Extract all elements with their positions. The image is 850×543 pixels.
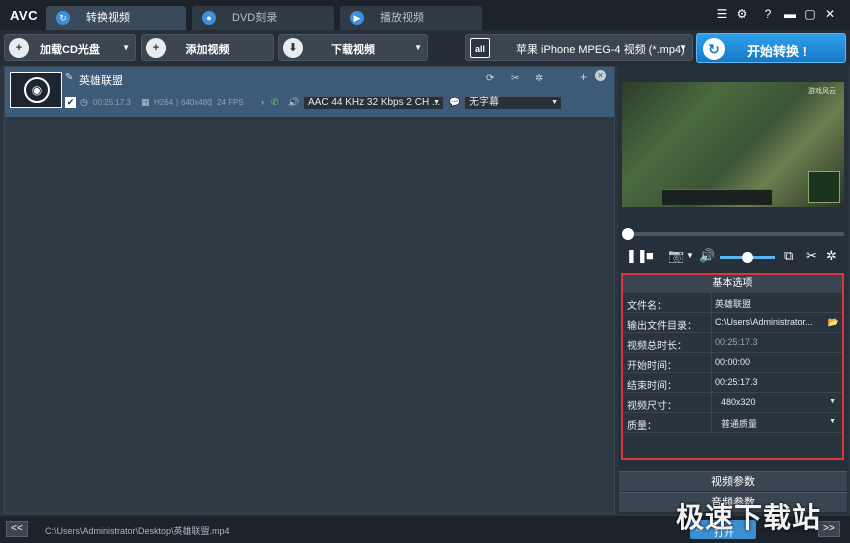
chevron-down-icon[interactable]: ▼ xyxy=(122,43,130,52)
collapse-left-button[interactable]: << xyxy=(6,521,28,537)
help-icon[interactable]: ? xyxy=(760,6,776,22)
preview-watermark: 游戏风云 xyxy=(808,88,836,95)
site-watermark: 极速下载站 xyxy=(676,502,822,533)
seek-bar[interactable] xyxy=(622,228,844,240)
chevron-down-icon[interactable]: ▼ xyxy=(829,398,836,405)
copy-icon[interactable]: ⧉ xyxy=(784,248,793,264)
stop-icon[interactable]: ■ xyxy=(646,248,654,263)
refresh-icon: ↻ xyxy=(703,38,725,60)
file-resolution: 640x480 xyxy=(181,98,212,107)
start-convert-button[interactable]: ↻ 开始转换 ! xyxy=(696,33,846,63)
game-hud xyxy=(662,189,772,205)
volume-icon[interactable]: 🔊 xyxy=(699,248,715,264)
file-item[interactable]: ◉ ✎ 英雄联盟 ⟳ ✂ ✲ + ✕ ✔ ◷ 00:25:17.3 ▦ H264… xyxy=(5,67,614,117)
play-icon: ▶ xyxy=(350,11,364,25)
chevron-down-icon[interactable]: ▼ xyxy=(686,251,694,260)
profile-icon: all xyxy=(470,38,490,58)
player-controls: ❚❚ ■ 📷 ▼ 🔊 ⧉ ✂ ✲ xyxy=(622,246,844,268)
option-row-duration: 视频总时长： 00:25:17.3 xyxy=(623,333,842,353)
option-row-end-time[interactable]: 结束时间： 00:25:17.3 xyxy=(623,373,842,393)
folder-open-icon[interactable]: 📂 xyxy=(828,317,839,328)
audio-track-select[interactable]: AAC 44 KHz 32 Kbps 2 CH ... ▼ xyxy=(303,96,444,110)
file-list: ◉ ✎ 英雄联盟 ⟳ ✂ ✲ + ✕ ✔ ◷ 00:25:17.3 ▦ H264… xyxy=(4,66,615,514)
camera-icon[interactable]: 📷 xyxy=(668,248,684,264)
magic-wand-icon[interactable]: ✲ xyxy=(535,73,543,84)
disc-icon: ● xyxy=(202,11,216,25)
option-row-filename[interactable]: 文件名： 英雄联盟 xyxy=(623,293,842,313)
option-row-start-time[interactable]: 开始时间： 00:00:00 xyxy=(623,353,842,373)
pause-icon[interactable]: ❚❚ xyxy=(626,248,648,264)
video-params-section[interactable]: 视频参数 xyxy=(619,471,847,491)
basic-options-title[interactable]: 基本选项 xyxy=(623,275,842,293)
tab-dvd-burn[interactable]: ● DVD刻录 xyxy=(192,6,334,30)
chevron-down-icon[interactable]: ▼ xyxy=(414,43,422,52)
seek-handle[interactable] xyxy=(622,228,634,240)
menu-icon[interactable]: ☰ xyxy=(714,6,730,22)
window-controls: ☰ ⚙ ? ▬ ▢ ✕ xyxy=(714,6,844,24)
gear-icon[interactable]: ⚙ xyxy=(734,6,750,22)
video-thumbnail: ◉ xyxy=(10,72,62,108)
option-row-output-dir[interactable]: 输出文件目录： C:\Users\Administrator... 📂 xyxy=(623,313,842,333)
maximize-icon[interactable]: ▢ xyxy=(802,6,818,22)
game-minimap xyxy=(808,171,840,203)
volume-handle[interactable] xyxy=(742,252,753,263)
output-path: C:\Users\Administrator\Desktop\英雄联盟.mp4 xyxy=(45,526,230,536)
load-cd-button[interactable]: + 加载CD光盘 ▼ xyxy=(4,34,136,61)
subtitle-icon: 💬 xyxy=(449,97,461,107)
app-logo: AVC xyxy=(10,8,38,23)
tab-play-video[interactable]: ▶ 播放视频 xyxy=(340,6,482,30)
option-row-quality[interactable]: 质量： 普通质量 ▼ xyxy=(623,413,842,433)
pencil-icon[interactable]: ✎ xyxy=(65,72,73,83)
scissors-icon[interactable]: ✂ xyxy=(806,248,817,264)
convert-icon: ↻ xyxy=(56,11,70,25)
right-panel: 游戏风云 ❚❚ ■ 📷 ▼ 🔊 ⧉ ✂ ✲ 基本选项 文件名： 英雄联盟 输出文… xyxy=(618,66,848,514)
chevron-down-icon: ▼ xyxy=(551,99,558,106)
file-checkbox[interactable]: ✔ xyxy=(65,97,76,108)
file-fps: 24 FPS xyxy=(217,98,244,107)
option-row-video-size[interactable]: 视频尺寸： 480x320 ▼ xyxy=(623,393,842,413)
download-video-button[interactable]: ⬇ 下载视频 ▼ xyxy=(278,34,428,61)
basic-options-panel: 基本选项 文件名： 英雄联盟 输出文件目录： C:\Users\Administ… xyxy=(621,273,844,460)
scissors-icon[interactable]: ✂ xyxy=(511,73,519,84)
add-video-button[interactable]: + 添加视频 xyxy=(141,34,274,61)
speaker-icon: 🔊 xyxy=(288,97,300,107)
subtitle-select[interactable]: 无字幕 ▼ xyxy=(464,96,562,110)
audio-track-icon: ✆ xyxy=(271,97,279,107)
file-name[interactable]: 英雄联盟 xyxy=(79,72,123,88)
video-preview[interactable]: 游戏风云 xyxy=(622,82,844,207)
expand-right-button[interactable]: >> xyxy=(818,521,840,537)
close-icon[interactable]: ✕ xyxy=(822,6,838,22)
file-codec: H264 xyxy=(154,98,174,107)
film-reel-icon: ◉ xyxy=(24,77,50,103)
tab-convert-video[interactable]: ↻ 转换视频 xyxy=(46,6,186,30)
add-icon[interactable]: + xyxy=(580,70,587,84)
chevron-down-icon[interactable]: ▼ xyxy=(829,418,836,425)
clock-icon: ◷ xyxy=(80,97,88,107)
chevron-right-icon[interactable]: › xyxy=(261,97,264,107)
magic-wand-icon[interactable]: ✲ xyxy=(826,248,837,264)
sync-icon[interactable]: ⟳ xyxy=(486,73,494,84)
remove-icon[interactable]: ✕ xyxy=(595,70,606,81)
output-profile-select[interactable]: all 苹果 iPhone MPEG-4 视频 (*.mp4) ▼ xyxy=(465,34,693,61)
chevron-down-icon[interactable]: ▼ xyxy=(679,43,687,52)
film-icon: ▦ xyxy=(141,97,150,107)
minimize-icon[interactable]: ▬ xyxy=(782,6,798,22)
title-bar: AVC ↻ 转换视频 ● DVD刻录 ▶ 播放视频 ☰ ⚙ ? ▬ ▢ ✕ xyxy=(0,0,850,30)
file-duration: 00:25:17.3 xyxy=(93,98,131,107)
chevron-down-icon: ▼ xyxy=(433,99,440,106)
